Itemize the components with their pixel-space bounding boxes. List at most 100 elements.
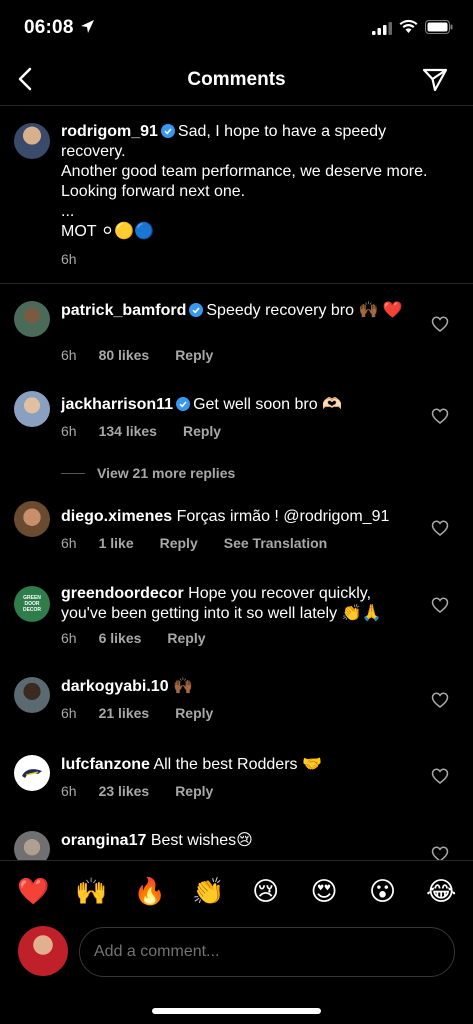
battery-icon — [425, 20, 453, 34]
add-comment-input[interactable] — [79, 927, 455, 977]
comment-username[interactable]: diego.ximenes — [61, 508, 172, 525]
comment-meta: 6h 134 likes Reply — [61, 423, 247, 439]
likes-count[interactable]: 80 likes — [99, 347, 150, 363]
comment-item: orangina17 Best wishes😢 — [0, 825, 473, 860]
caption-line: Another good team performance, we deserv… — [61, 163, 428, 180]
comment-content: All the best Rodders 🤝 — [153, 756, 322, 773]
avatar[interactable]: GREEN DOOR DECOR — [14, 586, 50, 622]
comment-username[interactable]: lufcfanzone — [61, 756, 150, 773]
nav-bar: Comments — [0, 56, 473, 106]
cellular-signal-icon — [372, 22, 392, 35]
emoji-fire-button[interactable]: 🔥 — [134, 876, 166, 907]
avatar[interactable] — [14, 301, 50, 337]
like-heart-icon[interactable] — [431, 845, 449, 860]
caption-text: rodrigom_91 Sad, I hope to have a speedy … — [61, 122, 461, 242]
comment-meta: 6h 6 likes Reply — [61, 630, 232, 646]
comment-content: Forças irmão ! @rodrigom_91 — [176, 508, 390, 525]
comment-content: 🙌🏾 — [173, 678, 193, 695]
emoji-crying-button[interactable]: 😢 — [251, 876, 281, 907]
comment-username[interactable]: darkogyabi.10 — [61, 678, 169, 695]
replies-divider — [61, 472, 85, 474]
post-caption: rodrigom_91 Sad, I hope to have a speedy … — [0, 106, 473, 284]
comment-list[interactable]: patrick_bamford Speedy recovery bro 🙌🏾 ❤️… — [0, 285, 473, 860]
emoji-heart-eyes-button[interactable]: 😍 — [309, 876, 339, 907]
like-heart-icon[interactable] — [431, 691, 449, 709]
likes-count[interactable]: 6 likes — [99, 630, 142, 646]
like-heart-icon[interactable] — [431, 767, 449, 785]
avatar[interactable] — [14, 677, 50, 713]
likes-count[interactable]: 23 likes — [99, 783, 150, 799]
paper-plane-icon — [422, 68, 448, 92]
comment-text: diego.ximenes Forças irmão ! @rodrigom_9… — [61, 507, 421, 527]
comment-composer — [0, 922, 473, 982]
page-title: Comments — [187, 69, 286, 90]
comment-text: jackharrison11 Get well soon bro 🫶🏻 — [61, 395, 421, 415]
emoji-surprised-button[interactable]: 😮 — [368, 876, 398, 907]
comment-username[interactable]: jackharrison11 — [61, 396, 173, 413]
comment-text: greendoordecor Hope you recover quickly,… — [61, 584, 421, 624]
caption-line: Sad, I hope to have a speedy — [177, 123, 387, 140]
comment-username[interactable]: greendoordecor — [61, 585, 184, 602]
home-indicator[interactable] — [152, 1008, 321, 1014]
comment-meta: 6h 23 likes Reply — [61, 783, 239, 799]
avatar[interactable] — [14, 831, 50, 860]
share-button[interactable] — [421, 66, 451, 96]
reply-button[interactable]: Reply — [175, 783, 213, 799]
status-time: 06:08 — [24, 17, 74, 38]
verified-badge-icon — [160, 124, 175, 138]
avatar[interactable] — [14, 391, 50, 427]
comment-content: Speedy recovery bro 🙌🏾 ❤️ — [206, 302, 403, 319]
my-avatar — [18, 926, 68, 976]
comment-item: GREEN DOOR DECOR greendoordecor Hope you… — [0, 570, 473, 665]
comment-item: jackharrison11 Get well soon bro 🫶🏻 6h 13… — [0, 375, 473, 485]
comment-content: Best wishes😢 — [150, 832, 253, 849]
comment-item: diego.ximenes Forças irmão ! @rodrigom_9… — [0, 485, 473, 570]
comment-text: lufcfanzone All the best Rodders 🤝 — [61, 755, 421, 775]
caption-line: recovery. — [61, 143, 126, 160]
avatar[interactable] — [14, 123, 50, 159]
comment-item: patrick_bamford Speedy recovery bro 🙌🏾 ❤️… — [0, 285, 473, 375]
reply-button[interactable]: Reply — [175, 347, 213, 363]
comment-username[interactable]: patrick_bamford — [61, 302, 186, 319]
caption-username[interactable]: rodrigom_91 — [61, 123, 158, 140]
reply-button[interactable]: Reply — [167, 630, 205, 646]
comment-text: darkogyabi.10 🙌🏾 — [61, 677, 421, 697]
comment-item: darkogyabi.10 🙌🏾 6h 21 likes Reply — [0, 665, 473, 745]
verified-badge-icon — [189, 303, 204, 317]
caption-time: 6h — [61, 251, 77, 267]
view-more-replies[interactable]: View 21 more replies — [61, 465, 235, 481]
comment-item: lufcfanzone All the best Rodders 🤝 6h 23… — [0, 745, 473, 825]
comment-time: 6h — [61, 705, 77, 721]
emoji-laughing-button[interactable]: 😂 — [426, 876, 456, 907]
emoji-heart-button[interactable]: ❤️ — [17, 876, 49, 907]
see-translation-button[interactable]: See Translation — [224, 535, 327, 551]
emoji-raised-hands-button[interactable]: 🙌 — [75, 876, 107, 907]
comment-meta: 6h 1 like Reply See Translation — [61, 535, 353, 551]
reply-button[interactable]: Reply — [183, 423, 221, 439]
status-bar: 06:08 — [0, 0, 473, 56]
caption-line: Looking forward next one. — [61, 183, 246, 200]
avatar-logo-text: GREEN DOOR DECOR — [22, 595, 42, 613]
like-heart-icon[interactable] — [431, 519, 449, 537]
comment-time: 6h — [61, 630, 77, 646]
comment-username[interactable]: orangina17 — [61, 832, 146, 849]
reply-button[interactable]: Reply — [160, 535, 198, 551]
emoji-clap-button[interactable]: 👏 — [192, 876, 224, 907]
likes-count[interactable]: 1 like — [99, 535, 134, 551]
like-heart-icon[interactable] — [431, 596, 449, 614]
likes-count[interactable]: 134 likes — [99, 423, 157, 439]
like-heart-icon[interactable] — [431, 407, 449, 425]
comment-text: patrick_bamford Speedy recovery bro 🙌🏾 ❤️ — [61, 301, 421, 321]
caption-line: ... — [61, 203, 75, 220]
avatar[interactable] — [14, 755, 50, 791]
reply-button[interactable]: Reply — [175, 705, 213, 721]
avatar[interactable] — [14, 501, 50, 537]
likes-count[interactable]: 21 likes — [99, 705, 150, 721]
club-logo-icon — [22, 769, 42, 778]
emoji-quick-bar: ❤️ 🙌 🔥 👏 😢 😍 😮 😂 — [0, 860, 473, 922]
comment-time: 6h — [61, 423, 77, 439]
comment-text: orangina17 Best wishes😢 — [61, 831, 421, 851]
caption-line: MOT ⚪🟡🔵 — [61, 223, 154, 240]
verified-badge-icon — [176, 397, 191, 411]
like-heart-icon[interactable] — [431, 315, 449, 333]
